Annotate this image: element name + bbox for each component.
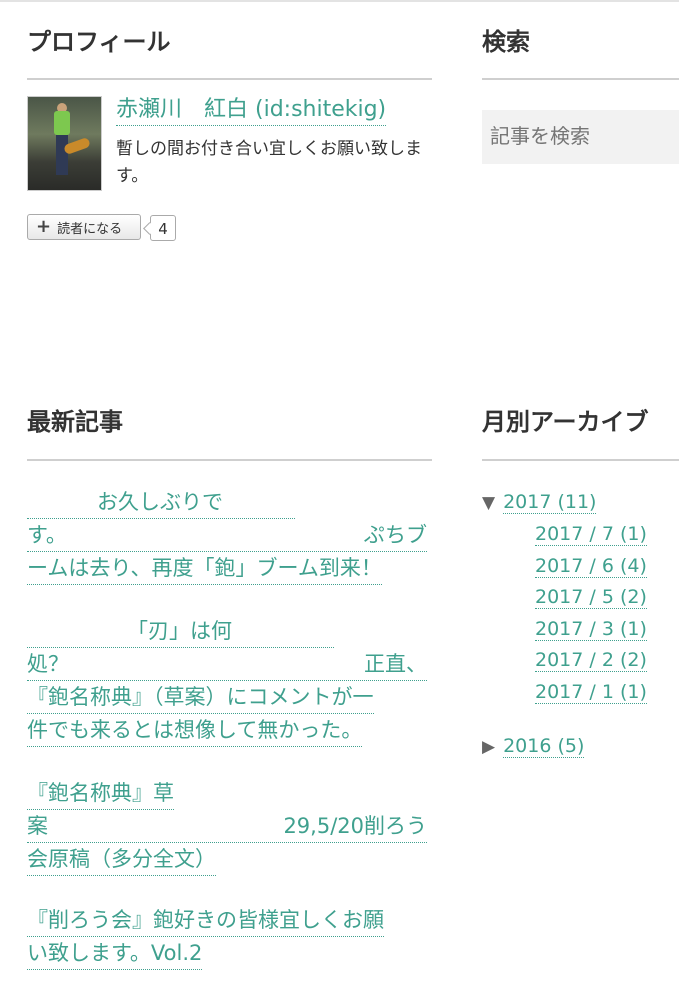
recent-entry-link[interactable]: 『削ろう会』鉋好きの皆様宜しくお願 い致します。Vol.2 [27, 904, 427, 970]
recent-entry-line: す。 ぷちブ [27, 519, 427, 552]
recent-entry-line: 『鉋名称典』（草案）にコメントが一 [27, 681, 374, 714]
archive-year-row[interactable]: ▼ 2017 (11) [482, 488, 597, 517]
recent-entry-line: い致します。Vol.2 [27, 937, 203, 970]
recent-entry-text: ぷちブ [363, 523, 427, 547]
archive-month-link[interactable]: 2017 / 1 (1) [535, 678, 647, 706]
archive-month-label: 2017 / 3 (1) [535, 617, 647, 641]
archive-month-link[interactable]: 2017 / 5 (2) [535, 583, 647, 611]
profile-name-link[interactable]: 赤瀬川 紅白 (id:shitekig) [116, 95, 387, 126]
search-divider [482, 78, 679, 80]
recent-entry-text: 正直、 [364, 652, 427, 676]
recent-title: 最新記事 [27, 408, 123, 436]
archive-year-link[interactable]: 2016 (5) [503, 735, 585, 758]
archive-month-label: 2017 / 2 (2) [535, 649, 647, 672]
recent-entry-line: お久しぶりで [27, 486, 295, 519]
archive-month-link[interactable]: 2017 / 3 (1) [535, 615, 647, 643]
archive-month-link[interactable]: 2017 / 6 (4) [535, 552, 647, 580]
triangle-right-icon[interactable]: ▶ [482, 737, 495, 757]
archive-year-row[interactable]: ▶ 2016 (5) [482, 732, 585, 761]
recent-entry-line: 会原稿（多分全文） [27, 843, 216, 876]
recent-entry-line: ームは去り、再度「鉋」ブーム到来！ [27, 552, 382, 585]
recent-entry-link[interactable]: 『鉋名称典』草案 29,5/20削ろう会原稿（多分全文） [27, 777, 427, 876]
recent-entry-text: 案 [27, 814, 48, 838]
profile-avatar[interactable] [27, 96, 102, 191]
plus-icon: + [36, 216, 52, 237]
recent-entry-line: 件でも来るとは想像して無かった。 [27, 714, 363, 747]
recent-entry-line: 「刃」は何 [27, 615, 334, 648]
subscribe-button-label: 読者になる [57, 221, 123, 237]
archive-month-label: 2017 / 1 (1) [535, 680, 647, 704]
triangle-down-icon[interactable]: ▼ [482, 493, 495, 513]
archive-title: 月別アーカイブ [482, 408, 649, 436]
search-title: 検索 [482, 28, 530, 56]
archive-year-link[interactable]: 2017 (11) [503, 491, 597, 514]
recent-entry-line: 案 29,5/20削ろう [27, 810, 427, 843]
reader-count-badge: 4 [150, 215, 176, 241]
archive-divider [482, 459, 679, 461]
recent-entry-link[interactable]: お久しぶりです。 ぷちブームは去り、再度「鉋」ブーム到来！ [27, 486, 427, 585]
subscribe-button[interactable]: + 読者になる [27, 214, 141, 240]
profile-divider [27, 78, 432, 80]
archive-month-link[interactable]: 2017 / 7 (1) [535, 520, 647, 548]
search-input[interactable] [482, 110, 679, 164]
recent-entry-text: す。 [27, 523, 67, 547]
profile-title: プロフィール [27, 28, 171, 56]
recent-entry-text: 29,5/20削ろう [283, 814, 427, 838]
recent-divider [27, 459, 432, 461]
archive-month-link[interactable]: 2017 / 2 (2) [535, 646, 647, 674]
archive-month-label: 2017 / 5 (2) [535, 586, 647, 609]
recent-entry-text: 処？ [27, 652, 69, 676]
recent-entry-line: 『削ろう会』鉋好きの皆様宜しくお願 [27, 904, 384, 937]
top-border [0, 0, 679, 6]
recent-entry-line: 処？ 正直、 [27, 648, 427, 681]
archive-month-label: 2017 / 7 (1) [535, 523, 647, 546]
recent-entry-line: 『鉋名称典』草 [27, 777, 174, 810]
profile-description: 暫しの間お付き合い宜しくお願い致します。 [116, 139, 422, 186]
recent-entry-link[interactable]: 「刃」は何処？ 正直、『鉋名称典』（草案）にコメントが一 件でも来るとは想像して無か… [27, 615, 427, 747]
archive-month-label: 2017 / 6 (4) [535, 554, 647, 578]
